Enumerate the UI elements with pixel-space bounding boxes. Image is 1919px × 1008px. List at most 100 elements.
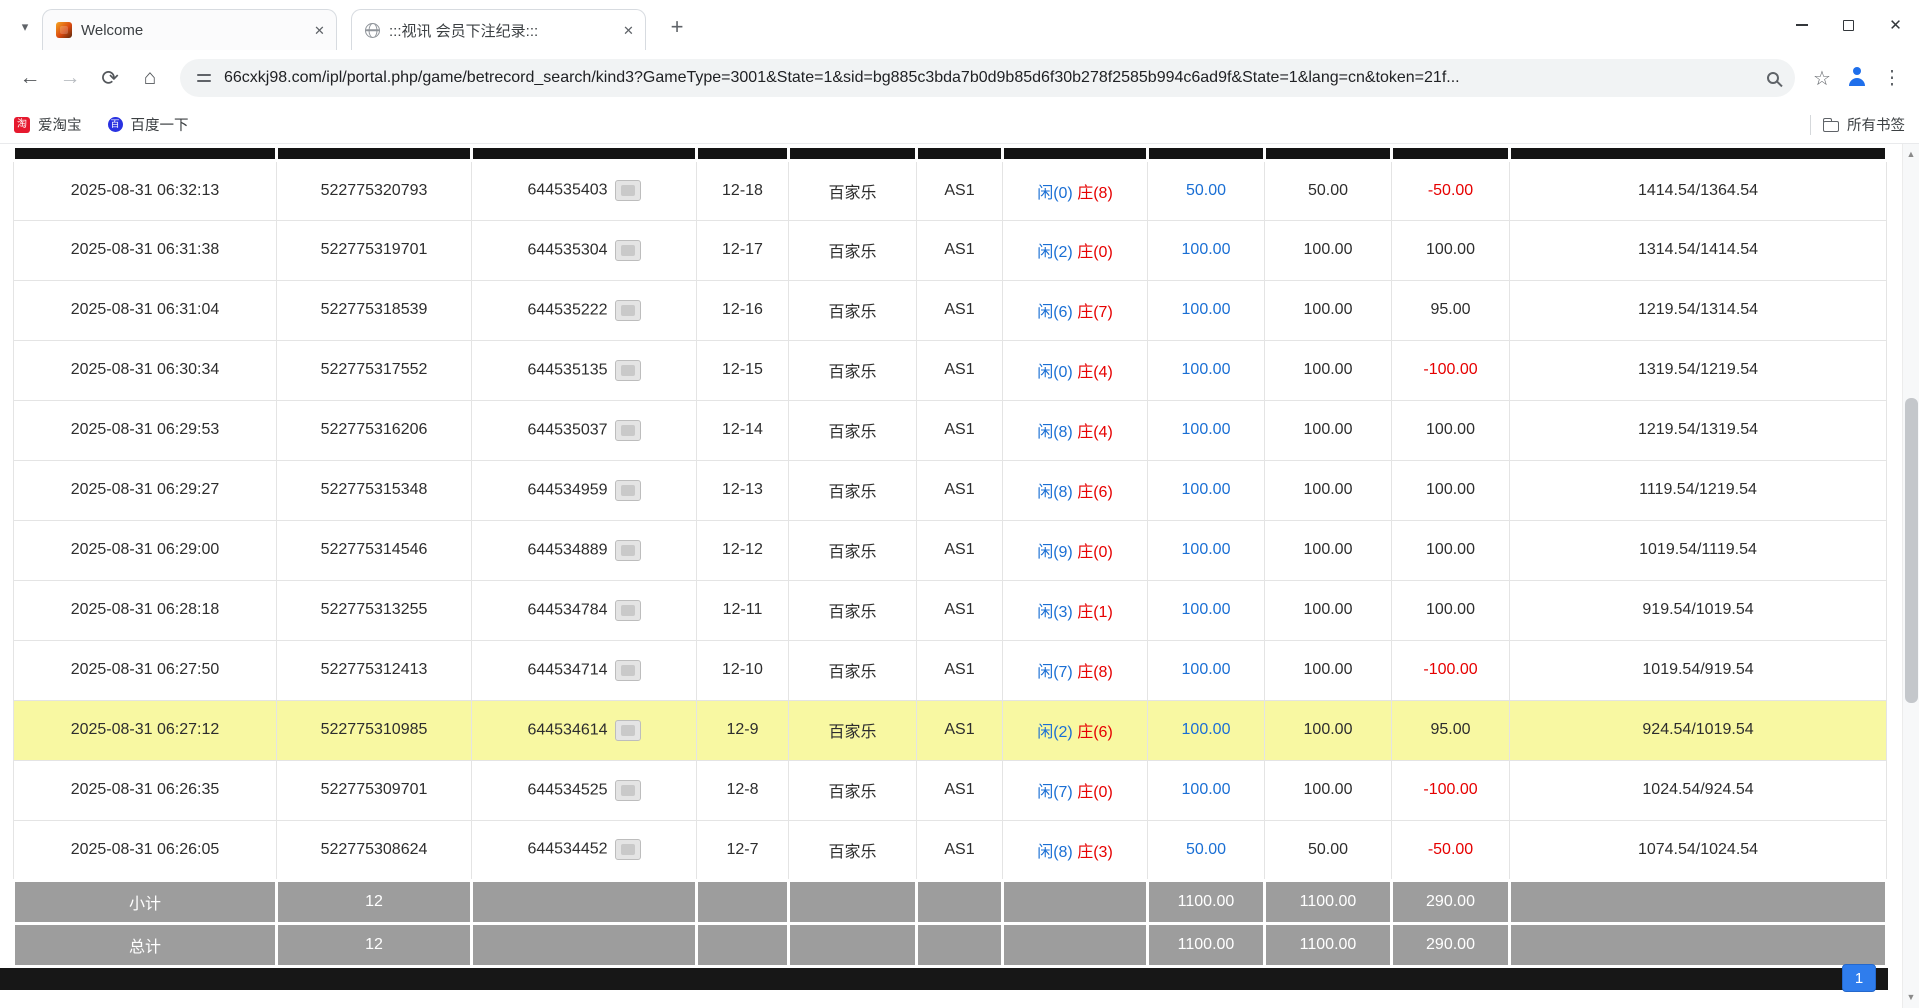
table-row[interactable]: 2025-08-31 06:31:38 522775319701 6445353… (14, 220, 1887, 280)
balance: 1219.54/1314.54 (1510, 280, 1887, 340)
table-row[interactable]: 2025-08-31 06:29:00 522775314546 6445348… (14, 520, 1887, 580)
banker-result: 庄(6) (1077, 484, 1113, 501)
bet-amount-link[interactable]: 100.00 (1148, 280, 1265, 340)
bet-time: 2025-08-31 06:30:34 (14, 340, 277, 400)
table-row[interactable]: 2025-08-31 06:26:05 522775308624 6445344… (14, 820, 1887, 880)
player-result: 闲(2) (1037, 724, 1073, 741)
banker-result: 庄(0) (1077, 784, 1113, 801)
balance: 1319.54/1219.54 (1510, 340, 1887, 400)
pagination-bar (0, 968, 1888, 990)
table-row[interactable]: 2025-08-31 06:27:50 522775312413 6445347… (14, 640, 1887, 700)
video-replay-icon[interactable] (615, 600, 641, 621)
page-1-button[interactable]: 1 (1842, 964, 1876, 992)
game-result: 闲(0) 庄(4) (1003, 340, 1148, 400)
player-result: 闲(6) (1037, 304, 1073, 321)
table-round: 12-10 (697, 640, 789, 700)
site-info-icon[interactable] (196, 70, 212, 86)
browser-toolbar: ← → ⟳ ⌂ 66cxkj98.com/ipl/portal.php/game… (0, 50, 1919, 106)
valid-amount: 100.00 (1265, 460, 1392, 520)
bet-amount-link[interactable]: 100.00 (1148, 340, 1265, 400)
video-replay-icon[interactable] (615, 780, 641, 801)
table-round: 12-16 (697, 280, 789, 340)
subtotal-winloss: 290.00 (1392, 880, 1510, 923)
scrollbar-thumb[interactable] (1905, 398, 1918, 703)
browser-menu-icon[interactable]: ⋮ (1875, 66, 1909, 91)
bet-amount-link[interactable]: 100.00 (1148, 760, 1265, 820)
close-window-button[interactable]: ✕ (1872, 0, 1919, 50)
bet-amount-link[interactable]: 100.00 (1148, 220, 1265, 280)
table-row[interactable]: 2025-08-31 06:29:53 522775316206 6445350… (14, 400, 1887, 460)
table-row[interactable]: 2025-08-31 06:31:04 522775318539 6445352… (14, 280, 1887, 340)
new-tab-button[interactable]: + (660, 10, 694, 44)
game-result: 闲(7) 庄(8) (1003, 640, 1148, 700)
folder-icon (1823, 121, 1839, 132)
table-row[interactable]: 2025-08-31 06:26:35 522775309701 6445345… (14, 760, 1887, 820)
video-replay-icon[interactable] (615, 480, 641, 501)
bookmark-aitaobao[interactable]: 淘 爱淘宝 (14, 114, 82, 135)
player-result: 闲(0) (1037, 364, 1073, 381)
table-round: 12-7 (697, 820, 789, 880)
minimize-button[interactable] (1778, 0, 1825, 50)
tab-close-icon[interactable]: ✕ (617, 19, 639, 41)
total-bet: 1100.00 (1148, 923, 1265, 966)
home-button[interactable]: ⌂ (130, 58, 170, 98)
video-replay-icon[interactable] (615, 660, 641, 681)
round-id: 644534714 (527, 661, 607, 678)
table-row[interactable]: 2025-08-31 06:28:18 522775313255 6445347… (14, 580, 1887, 640)
table-row[interactable]: 2025-08-31 06:27:12 522775310985 6445346… (14, 700, 1887, 760)
url-text[interactable]: 66cxkj98.com/ipl/portal.php/game/betreco… (224, 69, 1755, 87)
bookmark-star-icon[interactable]: ☆ (1805, 65, 1839, 92)
video-replay-icon[interactable] (615, 720, 641, 741)
maximize-button[interactable] (1825, 0, 1872, 50)
balance: 924.54/1019.54 (1510, 700, 1887, 760)
video-replay-icon[interactable] (615, 240, 641, 261)
table-name: AS1 (917, 820, 1003, 880)
win-loss: -50.00 (1392, 160, 1510, 220)
video-replay-icon[interactable] (615, 360, 641, 381)
welcome-favicon-icon (56, 22, 72, 38)
bet-amount-link[interactable]: 50.00 (1148, 820, 1265, 880)
table-row[interactable]: 2025-08-31 06:30:34 522775317552 6445351… (14, 340, 1887, 400)
vertical-scrollbar[interactable]: ▲ ▼ (1902, 144, 1919, 1008)
win-loss: 100.00 (1392, 520, 1510, 580)
bet-amount-link[interactable]: 100.00 (1148, 400, 1265, 460)
tab-close-icon[interactable]: ✕ (308, 19, 330, 41)
game-type: 百家乐 (789, 400, 917, 460)
subtotal-bet: 1100.00 (1148, 880, 1265, 923)
bet-time: 2025-08-31 06:27:12 (14, 700, 277, 760)
tab-welcome[interactable]: Welcome ✕ (42, 9, 337, 50)
video-replay-icon[interactable] (615, 420, 641, 441)
refresh-button[interactable]: ⟳ (90, 58, 130, 98)
zoom-icon[interactable] (1767, 72, 1779, 84)
table-round: 12-9 (697, 700, 789, 760)
address-bar[interactable]: 66cxkj98.com/ipl/portal.php/game/betreco… (180, 59, 1795, 97)
round-id-cell: 644534452 (472, 820, 697, 880)
bookmark-baidu[interactable]: 百 百度一下 (108, 114, 189, 135)
player-result: 闲(0) (1037, 185, 1073, 202)
bet-amount-link[interactable]: 50.00 (1148, 160, 1265, 220)
bet-amount-link[interactable]: 100.00 (1148, 640, 1265, 700)
all-bookmarks-button[interactable]: 所有书签 (1823, 114, 1905, 135)
tab-search-icon[interactable]: ▾ (10, 12, 40, 42)
table-row[interactable]: 2025-08-31 06:32:13 522775320793 6445354… (14, 160, 1887, 220)
bookmarks-bar: 淘 爱淘宝 百 百度一下 所有书签 (0, 106, 1919, 144)
scroll-up-icon[interactable]: ▲ (1903, 146, 1919, 163)
video-replay-icon[interactable] (615, 300, 641, 321)
video-replay-icon[interactable] (615, 180, 641, 201)
round-id: 644534614 (527, 721, 607, 738)
bet-amount-link[interactable]: 100.00 (1148, 520, 1265, 580)
tab-bet-records[interactable]: :::视讯 会员下注纪录::: ✕ (351, 9, 646, 50)
forward-button[interactable]: → (50, 58, 90, 98)
scroll-down-icon[interactable]: ▼ (1903, 989, 1919, 1006)
bet-amount-link[interactable]: 100.00 (1148, 460, 1265, 520)
bet-amount-link[interactable]: 100.00 (1148, 580, 1265, 640)
profile-button[interactable] (1839, 60, 1875, 96)
video-replay-icon[interactable] (615, 839, 641, 860)
table-row[interactable]: 2025-08-31 06:29:27 522775315348 6445349… (14, 460, 1887, 520)
game-type: 百家乐 (789, 580, 917, 640)
video-replay-icon[interactable] (615, 540, 641, 561)
table-name: AS1 (917, 160, 1003, 220)
bet-id: 522775314546 (277, 520, 472, 580)
back-button[interactable]: ← (10, 58, 50, 98)
bet-amount-link[interactable]: 100.00 (1148, 700, 1265, 760)
